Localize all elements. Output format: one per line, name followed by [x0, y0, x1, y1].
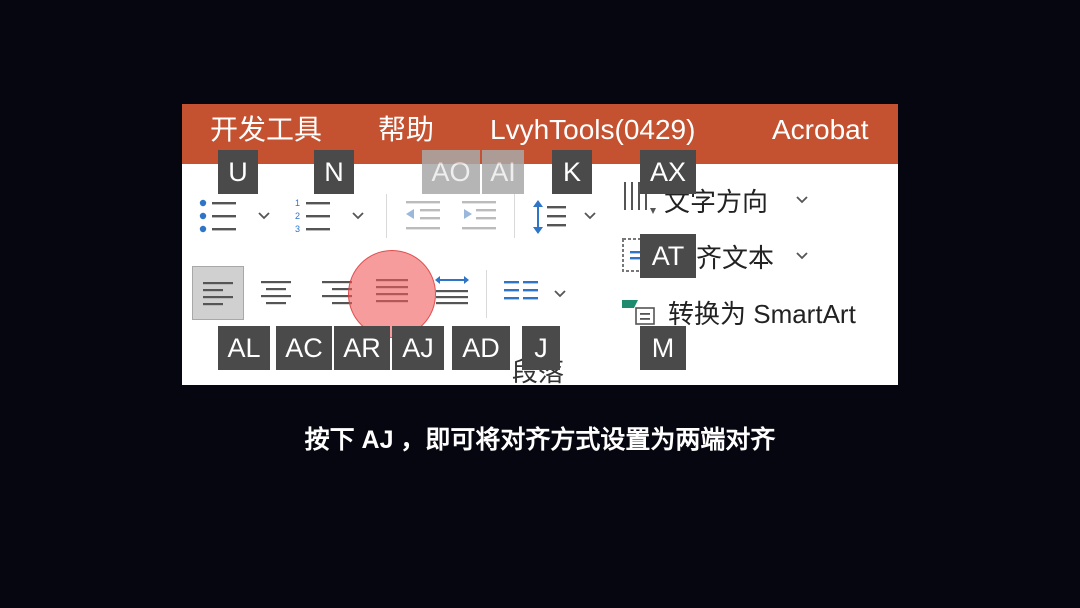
distributed-button[interactable]	[434, 272, 470, 310]
align-left-icon	[203, 282, 233, 306]
keytip-increase-indent: AI	[482, 150, 524, 194]
keytip-columns: J	[522, 326, 560, 370]
keytip-justify: AJ	[392, 326, 444, 370]
ribbon-tab-bar: 开发工具 帮助 LvyhTools(0429) Acrobat	[182, 104, 898, 164]
chevron-down-icon[interactable]	[352, 212, 364, 220]
keytip-line-spacing: K	[552, 150, 592, 194]
keytip-decrease-indent: AO	[422, 150, 480, 194]
svg-text:2: 2	[295, 211, 300, 221]
align-left-button[interactable]	[192, 266, 244, 320]
align-text-label: 齐文本	[696, 243, 775, 273]
tab-developer[interactable]: 开发工具	[210, 110, 322, 150]
keytip-align-text: AT	[640, 234, 696, 278]
align-center-button[interactable]	[260, 280, 292, 306]
increase-indent-button[interactable]	[460, 199, 500, 233]
chevron-down-icon[interactable]	[584, 212, 596, 220]
bullets-button[interactable]	[198, 198, 238, 234]
bulleted-list-icon	[199, 199, 236, 233]
chevron-down-icon	[796, 252, 808, 260]
columns-button[interactable]	[504, 280, 540, 306]
ribbon-screenshot: 开发工具 帮助 LvyhTools(0429) Acrobat 1 2 3 文字…	[182, 104, 898, 385]
increase-indent-icon	[462, 201, 496, 230]
keytip-distributed: AD	[452, 326, 510, 370]
keytip-numbering: N	[314, 150, 354, 194]
decrease-indent-icon	[406, 201, 440, 230]
keytip-bullets: U	[218, 150, 258, 194]
svg-text:1: 1	[295, 198, 300, 208]
chevron-down-icon	[796, 196, 808, 204]
keytip-center: AC	[276, 326, 332, 370]
tab-help[interactable]: 帮助	[378, 110, 434, 150]
chevron-down-icon[interactable]	[554, 290, 566, 298]
keytip-align-right: AR	[334, 326, 390, 370]
decrease-indent-button[interactable]	[402, 199, 442, 233]
separator	[386, 194, 387, 238]
line-spacing-button[interactable]	[532, 198, 568, 236]
smartart-icon	[622, 300, 655, 325]
keytip-align-left: AL	[218, 326, 270, 370]
numbered-list-icon: 1 2 3	[295, 198, 330, 234]
svg-text:3: 3	[295, 224, 300, 234]
columns-icon	[504, 281, 538, 300]
chevron-down-icon[interactable]	[258, 212, 270, 220]
click-highlight	[348, 250, 436, 338]
keytip-smartart: M	[640, 326, 686, 370]
distributed-icon	[435, 276, 469, 305]
tab-lvyhtools[interactable]: LvyhTools(0429)	[490, 110, 695, 150]
caption-text: 按下 AJ ，即可将对齐方式设置为两端对齐	[304, 426, 776, 454]
keytip-text-direction: AX	[640, 150, 696, 194]
numbering-button[interactable]: 1 2 3	[294, 196, 334, 236]
separator	[514, 194, 515, 238]
tab-acrobat[interactable]: Acrobat	[772, 110, 869, 150]
align-center-icon	[261, 281, 291, 305]
separator	[486, 270, 487, 318]
convert-smartart-label: 转换为 SmartArt	[668, 299, 856, 329]
line-spacing-icon	[533, 200, 566, 234]
